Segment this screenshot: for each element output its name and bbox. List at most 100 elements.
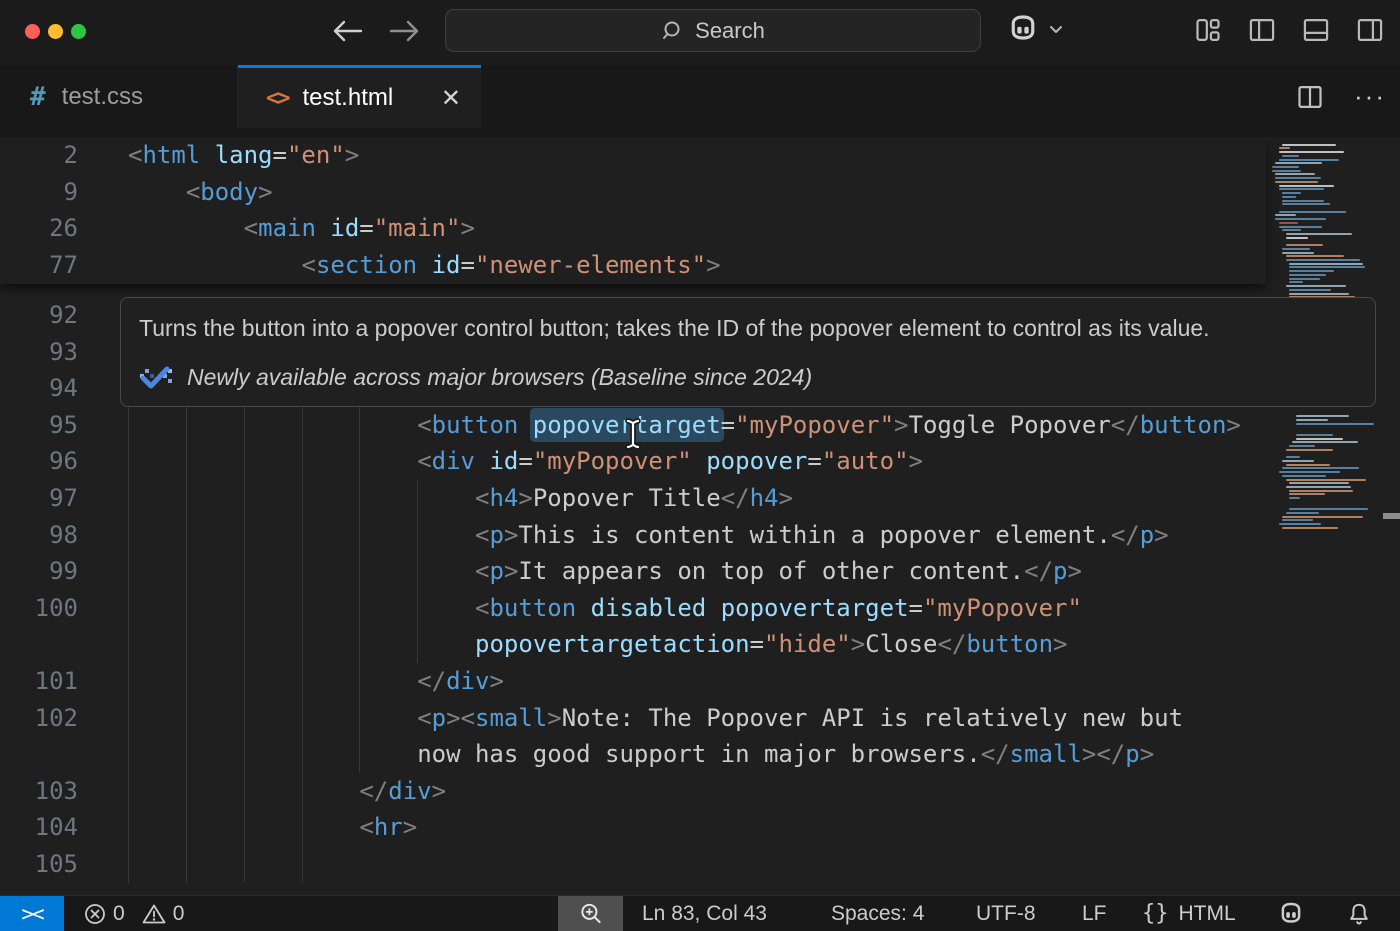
minimap-line — [1282, 475, 1326, 477]
minimap-line — [1286, 456, 1300, 458]
panel-left-icon — [1248, 16, 1276, 44]
code-token: main — [258, 214, 316, 242]
indent-guide — [128, 809, 129, 846]
split-editor-button[interactable] — [1296, 83, 1324, 111]
copilot-status[interactable] — [1276, 896, 1306, 931]
code-token: div — [432, 447, 475, 475]
indent-guide — [186, 626, 187, 663]
code-text: <hr> — [359, 809, 417, 846]
search-icon — [661, 19, 685, 43]
code-line[interactable]: 98<p>This is content within a popover el… — [0, 517, 1270, 554]
notifications-status[interactable] — [1346, 896, 1372, 931]
code-token: button — [1140, 411, 1227, 439]
zoom-window-button[interactable] — [71, 24, 86, 39]
code-line[interactable]: 77<section id="newer-elements"> — [0, 247, 1270, 284]
code-line[interactable]: 105 — [0, 846, 1270, 883]
tab-test-html[interactable]: <> test.html ✕ — [238, 65, 481, 128]
language-mode-status[interactable]: {} HTML — [1142, 896, 1236, 931]
code-token: < — [417, 447, 431, 475]
code-token: "myPopover" — [923, 594, 1082, 622]
line-number: 95 — [0, 407, 78, 444]
code-token: > — [851, 630, 865, 658]
encoding-status[interactable]: UTF-8 — [976, 896, 1036, 931]
window-controls — [25, 24, 86, 39]
code-token: "auto" — [822, 447, 909, 475]
command-center-search[interactable]: Search — [445, 9, 981, 52]
minimap-line — [1279, 151, 1344, 153]
minimap-line — [1289, 482, 1349, 484]
window-zoom-status[interactable] — [558, 896, 623, 931]
code-token: < — [417, 411, 431, 439]
minimap-line — [1282, 460, 1314, 462]
remote-indicator[interactable]: >< — [0, 896, 64, 931]
editor-area[interactable]: 92939495<button popovertarget="myPopover… — [0, 137, 1400, 895]
code-token: small — [1010, 740, 1082, 768]
line-number: 103 — [0, 773, 78, 810]
code-token: popovertargetaction — [475, 630, 750, 658]
code-line[interactable]: 2<html lang="en"> — [0, 137, 1270, 174]
indent-guide — [359, 443, 360, 480]
overview-ruler-decoration — [1383, 513, 1400, 519]
code-token: < — [475, 557, 489, 585]
code-line[interactable]: 26<main id="main"> — [0, 210, 1270, 247]
problems-status[interactable]: 0 0 — [83, 896, 194, 931]
code-token: </ — [721, 484, 750, 512]
toggle-primary-sidebar-button[interactable] — [1248, 16, 1276, 44]
indent-guide — [128, 590, 129, 627]
code-text: <section id="newer-elements"> — [302, 247, 721, 284]
minimap-line — [1286, 237, 1308, 239]
indent-guide — [128, 736, 129, 773]
code-line[interactable]: 99<p>It appears on top of other content.… — [0, 553, 1270, 590]
indent-guide — [244, 590, 245, 627]
code-line[interactable]: 101</div> — [0, 663, 1270, 700]
customize-layout-icon — [1194, 16, 1222, 44]
indent-guide — [128, 773, 129, 810]
code-line[interactable]: 100<button disabled popovertarget="myPop… — [0, 590, 1270, 627]
code-line[interactable]: 97<h4>Popover Title</h4> — [0, 480, 1270, 517]
cursor-position-status[interactable]: Ln 83, Col 43 — [642, 896, 767, 931]
minimap-line — [1282, 467, 1359, 469]
toggle-secondary-sidebar-button[interactable] — [1356, 16, 1384, 44]
forward-button[interactable] — [388, 14, 422, 48]
code-token: > — [1067, 557, 1081, 585]
code-token: > — [432, 777, 446, 805]
code-line[interactable]: now has good support in major browsers.<… — [0, 736, 1270, 773]
close-tab-icon[interactable]: ✕ — [441, 84, 461, 113]
back-button[interactable] — [330, 14, 364, 48]
code-token: < — [359, 813, 373, 841]
close-window-button[interactable] — [25, 24, 40, 39]
code-token — [706, 594, 720, 622]
code-token: > — [547, 704, 561, 732]
code-token: > — [1053, 630, 1067, 658]
minimap-line — [1289, 493, 1325, 495]
sticky-scroll[interactable]: 2<html lang="en">9<body>26<main id="main… — [0, 137, 1266, 284]
code-token: </ — [417, 667, 446, 695]
tab-test-css[interactable]: # test.css — [0, 65, 238, 128]
chevron-down-icon — [1047, 20, 1065, 38]
code-line[interactable]: 103</div> — [0, 773, 1270, 810]
indent-guide — [128, 443, 129, 480]
indent-guide — [359, 626, 360, 663]
more-actions-button[interactable]: ··· — [1354, 81, 1386, 112]
eol-status[interactable]: LF — [1082, 896, 1107, 931]
toggle-panel-button[interactable] — [1302, 16, 1330, 44]
code-token — [200, 141, 214, 169]
minimap[interactable] — [1268, 140, 1394, 880]
code-line[interactable]: 9<body> — [0, 174, 1270, 211]
code-token: </ — [981, 740, 1010, 768]
minimap-line — [1282, 519, 1313, 521]
copilot-menu-button[interactable] — [1005, 11, 1065, 47]
code-line[interactable]: 104<hr> — [0, 809, 1270, 846]
customize-layout-button[interactable] — [1194, 16, 1222, 44]
code-line[interactable]: 102<p><small>Note: The Popover API is re… — [0, 700, 1270, 737]
vscode-window: Search — [0, 0, 1400, 931]
code-line[interactable]: popovertargetaction="hide">Close</button… — [0, 626, 1270, 663]
code-token — [475, 447, 489, 475]
indentation-status[interactable]: Spaces: 4 — [831, 896, 924, 931]
tab-label: test.html — [303, 84, 394, 112]
panel-bottom-icon — [1302, 16, 1330, 44]
arrow-left-icon — [331, 18, 363, 44]
minimize-window-button[interactable] — [48, 24, 63, 39]
line-number: 98 — [0, 517, 78, 554]
code-token: > — [258, 178, 272, 206]
